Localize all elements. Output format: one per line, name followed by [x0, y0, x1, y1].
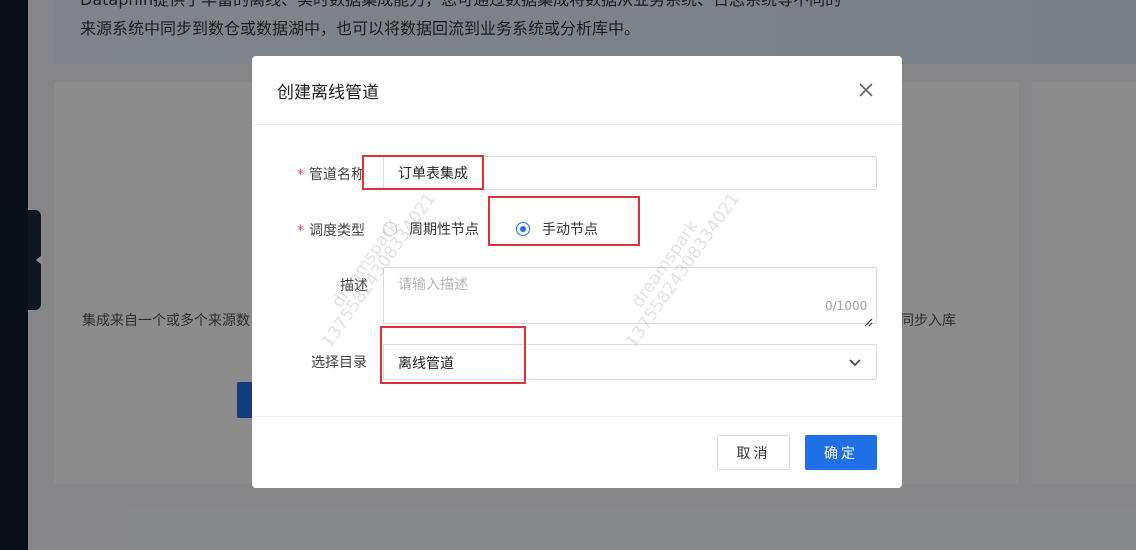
radio-checked-icon[interactable] [516, 222, 530, 236]
dialog-footer-divider [252, 416, 902, 417]
radio-manual-label: 手动节点 [542, 222, 598, 238]
pipeline-name-label: * 管道名称 [297, 164, 365, 184]
schedule-type-label: * 调度类型 [297, 220, 365, 240]
cancel-button[interactable]: 取消 [717, 435, 790, 470]
required-mark: * [297, 223, 304, 239]
pipeline-name-label-text: 管道名称 [309, 167, 365, 183]
resize-grip-icon[interactable] [864, 312, 873, 327]
dialog-title: 创建离线管道 [277, 83, 379, 103]
directory-select-value: 离线管道 [398, 356, 454, 372]
dialog-header: 创建离线管道 [252, 56, 902, 125]
chevron-down-icon [849, 359, 861, 367]
char-counter: 0/1000 [825, 299, 868, 313]
radio-manual-node[interactable]: 手动节点 [516, 220, 598, 238]
directory-label: 选择目录 [311, 355, 367, 371]
directory-select[interactable]: 离线管道 [383, 344, 877, 380]
ok-button[interactable]: 确定 [805, 435, 877, 470]
pipeline-name-input[interactable] [383, 156, 877, 190]
schedule-type-label-text: 调度类型 [309, 223, 365, 239]
close-icon[interactable] [856, 80, 876, 100]
required-mark: * [297, 167, 304, 183]
